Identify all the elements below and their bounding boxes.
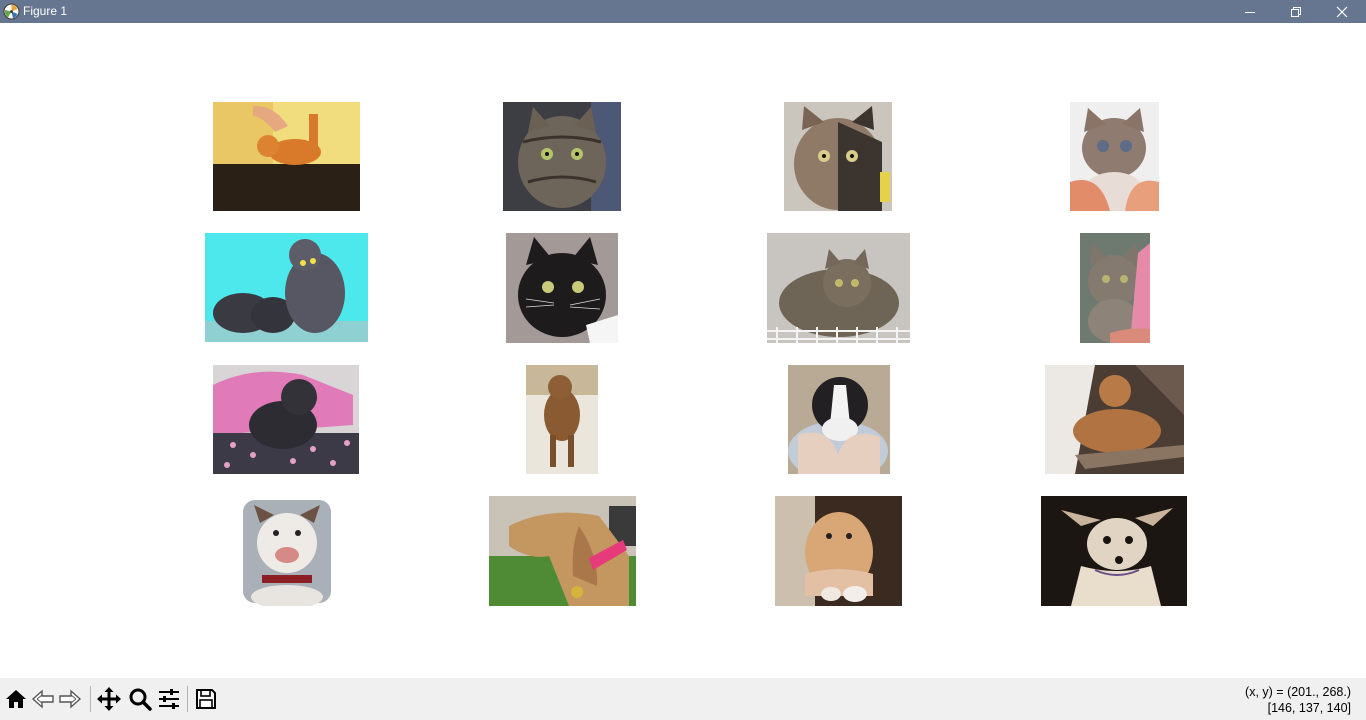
cat-photo-icon bbox=[213, 102, 360, 211]
save-icon bbox=[196, 689, 216, 709]
minimize-button[interactable] bbox=[1227, 0, 1273, 23]
image-cell bbox=[526, 365, 598, 474]
image-cell bbox=[1045, 365, 1184, 474]
dog-photo-icon bbox=[1045, 365, 1184, 474]
cursor-status: (x, y) = (201., 268.) [146, 137, 140] bbox=[1245, 684, 1351, 716]
image-cell bbox=[1080, 233, 1150, 343]
image-cell bbox=[213, 365, 359, 474]
maximize-button[interactable] bbox=[1273, 0, 1319, 23]
navigation-toolbar: (x, y) = (201., 268.) [146, 137, 140] bbox=[0, 678, 1366, 720]
image-cell bbox=[784, 102, 892, 211]
back-icon bbox=[31, 689, 54, 709]
image-cell bbox=[213, 102, 360, 211]
image-cell bbox=[775, 496, 902, 606]
forward-button[interactable] bbox=[57, 686, 83, 712]
dog-photo-icon bbox=[1041, 496, 1187, 606]
close-icon bbox=[1336, 6, 1348, 17]
cat-photo-icon bbox=[506, 233, 618, 343]
image-cell bbox=[205, 233, 368, 342]
dog-photo-icon bbox=[213, 365, 359, 474]
cat-photo-icon bbox=[503, 102, 621, 211]
dog-photo-icon bbox=[489, 496, 636, 606]
home-icon bbox=[6, 690, 26, 708]
image-cell bbox=[506, 233, 618, 343]
cat-photo-icon bbox=[1080, 233, 1150, 343]
window-title: Figure 1 bbox=[23, 4, 68, 18]
toolbar-separator bbox=[187, 686, 188, 712]
cat-photo-icon bbox=[767, 233, 910, 343]
pan-icon bbox=[97, 687, 121, 711]
image-cell bbox=[788, 365, 890, 474]
configure-subplots-button[interactable] bbox=[156, 686, 182, 712]
pan-button[interactable] bbox=[96, 686, 122, 712]
restore-icon bbox=[1291, 6, 1301, 17]
close-button[interactable] bbox=[1319, 0, 1365, 23]
save-button[interactable] bbox=[193, 686, 219, 712]
window-titlebar[interactable]: Figure 1 bbox=[0, 0, 1366, 23]
figure-canvas[interactable] bbox=[0, 23, 1366, 678]
home-button[interactable] bbox=[3, 686, 29, 712]
cat-photo-icon bbox=[205, 233, 368, 342]
minimize-icon bbox=[1245, 11, 1255, 13]
image-cell bbox=[240, 497, 334, 606]
dog-photo-icon bbox=[526, 365, 598, 474]
matplotlib-logo-icon bbox=[3, 3, 20, 20]
back-button[interactable] bbox=[30, 686, 56, 712]
toolbar-separator bbox=[90, 686, 91, 712]
configure-subplots-icon bbox=[159, 689, 179, 709]
image-cell bbox=[1041, 496, 1187, 606]
image-cell bbox=[489, 496, 636, 606]
cat-photo-icon bbox=[1070, 102, 1159, 211]
dog-photo-icon bbox=[788, 365, 890, 474]
zoom-button[interactable] bbox=[127, 686, 153, 712]
pixel-value: [146, 137, 140] bbox=[1267, 701, 1351, 715]
image-cell bbox=[503, 102, 621, 211]
zoom-icon bbox=[129, 688, 152, 711]
forward-icon bbox=[59, 689, 82, 709]
cat-photo-icon bbox=[784, 102, 892, 211]
image-cell bbox=[1070, 102, 1159, 211]
dog-photo-icon bbox=[775, 496, 902, 606]
image-cell bbox=[767, 233, 910, 343]
dog-photo-icon bbox=[240, 497, 334, 606]
cursor-coordinates: (x, y) = (201., 268.) bbox=[1245, 685, 1351, 699]
